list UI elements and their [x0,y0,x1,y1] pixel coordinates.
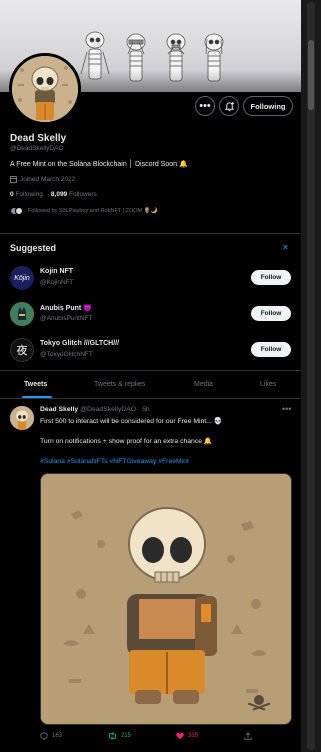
suggested-name[interactable]: Kojin NFT [40,268,73,275]
reply-button[interactable]: 163 [40,732,62,740]
more-options-button[interactable]: ••• [195,96,215,116]
suggested-name[interactable]: Tokyo Glitch ///GLTCH/// [40,340,119,347]
tweet-avatar[interactable] [10,406,34,430]
tweet-hashtags[interactable]: #Solana #SolanaNFTs #NFTGiveaway #FreeMi… [40,458,189,465]
tab-media[interactable]: Media [194,381,213,388]
suggested-item[interactable]: Kōjin Kojin NFT @KojinNFT Follow [10,266,295,292]
profile-page: ••• Following Dead Skelly @DeadSkellyDAO… [0,0,301,752]
tweet[interactable]: Dead Skelly @DeadSkellyDAO · 5h ••• Firs… [0,400,301,752]
retweet-button[interactable]: 215 [108,732,131,740]
joined-text: Joined March 2022 [20,176,76,183]
following-count-link[interactable]: 0 Following [10,191,43,198]
bio-text: A Free Mint on the Solana Blockchain │ D… [10,161,178,168]
suggested-title: Suggested [10,243,57,253]
suggested-name[interactable]: Anubis Punt 👿 [40,304,92,312]
profile-bio: A Free Mint on the Solana Blockchain │ D… [10,160,188,168]
followed-by[interactable]: Followed by S0LPlayboy and RobNFT | ZOOM… [10,207,157,215]
followed-by-avatars [10,207,24,215]
skeleton-avatar-image [10,406,34,430]
followers-count-link[interactable]: 8,099 Followers [51,191,97,198]
profile-handle: @DeadSkellyDAO [10,145,64,152]
like-button[interactable]: 335 [176,732,198,740]
follow-button[interactable]: Follow [251,270,291,285]
more-icon: ••• [199,100,211,112]
calendar-icon [10,176,17,183]
retweet-icon [109,732,116,740]
suggested-item[interactable]: Anubis Punt 👿 @AnubisPuntNFT Follow [10,302,295,328]
tokyo-glitch-avatar[interactable]: 夜 [10,338,34,362]
notifications-button[interactable] [219,96,239,116]
following-button[interactable]: Following [243,96,293,116]
heart-icon [176,732,184,740]
divider [0,233,301,234]
tweet-media[interactable] [40,473,292,725]
suggested-item[interactable]: 夜 Tokyo Glitch ///GLTCH/// @TokyoGlitchN… [10,338,295,364]
like-count: 335 [188,733,199,739]
follow-counts: 0 Following 8,099 Followers [10,191,97,198]
suggested-handle: @AnubisPuntNFT [40,315,93,322]
skeleton-artwork-image [41,474,291,724]
tweet-text-line: Turn on notifications + show proof for a… [40,438,213,445]
retweet-count: 215 [121,733,132,739]
bio-emoji: 🔔 [178,161,188,168]
tab-tweets[interactable]: Tweets [24,381,47,388]
divider [0,398,301,399]
anubis-avatar-image [10,302,34,326]
close-icon[interactable]: ✕ [282,243,289,252]
divider [0,370,301,371]
kojin-avatar[interactable]: Kōjin [10,266,34,290]
skeleton-avatar-image [12,56,78,122]
follow-button[interactable]: Follow [251,342,291,357]
scroll-track[interactable] [307,2,315,750]
tab-tweets-replies[interactable]: Tweets & replies [94,381,145,388]
follow-button[interactable]: Follow [251,306,291,321]
suggested-handle: @TokyoGlitchNFT [40,351,93,358]
scroll-thumb[interactable] [308,40,314,110]
share-icon [244,732,252,740]
joined-date: Joined March 2022 [10,176,75,183]
tweet-more-icon[interactable]: ••• [282,404,291,414]
tweet-author-name[interactable]: Dead Skelly [40,406,78,413]
tweet-text-line: First 500 to interact will be considered… [40,418,223,425]
tweet-actions: 163 215 335 [40,730,290,744]
profile-tabs: Tweets Tweets & replies Media Likes [0,372,301,398]
share-button[interactable] [244,732,252,740]
reply-icon [40,732,48,740]
bell-plus-icon [224,101,234,111]
suggested-handle: @KojinNFT [40,279,74,286]
profile-name: Dead Skelly [10,133,67,144]
reply-count: 163 [52,733,63,739]
anubis-avatar[interactable] [10,302,34,326]
profile-avatar[interactable] [9,53,81,125]
tweet-meta: @DeadSkellyDAO · 5h [80,406,150,413]
followed-by-text: Followed by S0LPlayboy and RobNFT | ZOOM… [28,208,158,214]
tweet-header: Dead Skelly @DeadSkellyDAO · 5h [40,406,150,413]
tab-likes[interactable]: Likes [260,381,276,388]
